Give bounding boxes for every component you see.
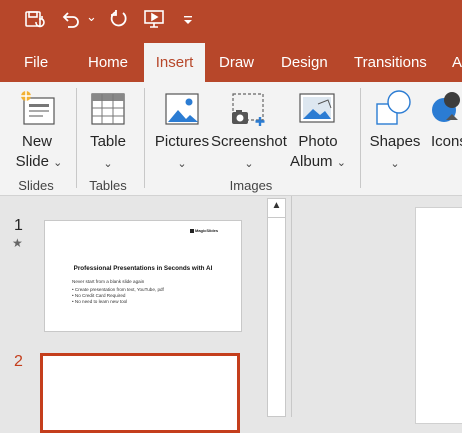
slide-number: 2 <box>14 353 23 370</box>
slide-body-line: Never start from a blank slide again <box>72 279 145 284</box>
new-slide-label-line2: Slide <box>15 153 49 170</box>
new-slide-dropdown-icon: ⌄ <box>53 157 63 169</box>
scrollbar-track <box>268 217 285 218</box>
photo-album-button[interactable]: Photo Album ⌄ <box>286 86 350 176</box>
table-icon <box>90 92 126 132</box>
slide-canvas[interactable] <box>415 207 462 424</box>
tab-home[interactable]: Home <box>88 43 128 82</box>
group-separator <box>360 88 361 188</box>
customize-qat-icon[interactable] <box>183 12 193 30</box>
group-separator <box>76 88 77 188</box>
screenshot-icon <box>230 92 270 134</box>
tab-transitions[interactable]: Transitions <box>354 43 427 82</box>
table-dropdown-icon: ⌄ <box>103 158 113 170</box>
new-slide-icon <box>18 90 58 132</box>
photo-album-label-2: Album ⌄ <box>286 152 350 173</box>
tab-design[interactable]: Design <box>281 43 328 82</box>
group-label-tables: Tables <box>89 178 127 193</box>
thumbnail-scrollbar[interactable]: ▲ <box>267 198 286 417</box>
screenshot-button[interactable]: Screenshot ⌄ <box>210 86 288 176</box>
redo-icon[interactable] <box>108 8 130 35</box>
icons-button[interactable]: Icons <box>428 86 462 176</box>
shapes-button[interactable]: Shapes ⌄ <box>366 86 424 176</box>
slide-number: 1 <box>14 217 23 234</box>
group-label-images: Images <box>229 178 273 193</box>
photo-album-icon <box>298 92 338 132</box>
shapes-label: Shapes <box>369 133 421 150</box>
tab-draw[interactable]: Draw <box>219 43 254 82</box>
group-label-slides: Slides <box>18 178 54 193</box>
screenshot-label: Screenshot <box>211 133 287 150</box>
undo-dropdown-icon[interactable]: ⌄ <box>86 9 97 25</box>
tab-animations[interactable]: A <box>452 43 462 82</box>
title-bar: ⌄ <box>0 0 462 43</box>
ribbon-insert: New Slide ⌄ Slides Table ⌄ Tables Pictur… <box>0 82 462 196</box>
slide-editor <box>291 196 462 424</box>
slide-thumbnail-selected[interactable] <box>40 353 240 433</box>
slide-body-line: • Create presentation from text, YouTube… <box>72 287 164 292</box>
ribbon-tabs: File Home Insert Draw Design Transitions… <box>0 43 462 82</box>
pictures-icon <box>164 92 200 132</box>
photo-album-dropdown-icon: ⌄ <box>336 157 346 169</box>
new-slide-label-2: Slide ⌄ <box>10 152 68 173</box>
group-separator <box>144 88 145 188</box>
table-button[interactable]: Table ⌄ <box>82 86 134 176</box>
slide-thumbnail[interactable]: MagicSlides Professional Presentations i… <box>44 220 242 332</box>
screenshot-dropdown-icon: ⌄ <box>244 158 254 170</box>
photo-album-label: Photo <box>298 133 338 150</box>
autosave-icon[interactable] <box>24 8 46 35</box>
pictures-dropdown-icon: ⌄ <box>177 158 187 170</box>
shapes-dropdown-icon: ⌄ <box>390 158 400 170</box>
slide-brand-text: MagicSlides <box>195 228 219 233</box>
scroll-up-arrow-icon[interactable]: ▲ <box>268 200 285 211</box>
slide-brand-logo: MagicSlides <box>190 228 218 233</box>
tab-insert[interactable]: Insert <box>144 43 205 82</box>
present-from-start-icon[interactable] <box>143 8 167 35</box>
icons-label: Icons <box>431 133 462 150</box>
photo-album-label-line2: Album <box>290 153 333 170</box>
slide-title: Professional Presentations in Seconds wi… <box>73 265 213 272</box>
slide-transition-star-icon: ★ <box>12 236 23 250</box>
undo-icon[interactable] <box>60 8 82 35</box>
slide-body-line: • No need to learn new tool <box>72 299 128 304</box>
icons-icon <box>428 90 462 134</box>
shapes-icon <box>375 88 415 134</box>
table-label: Table <box>90 133 126 150</box>
new-slide-label: New <box>21 133 52 150</box>
pictures-label: Pictures <box>154 133 210 150</box>
slide-thumbnails-pane: 1 ★ MagicSlides Professional Presentatio… <box>0 196 290 433</box>
new-slide-button[interactable]: New Slide ⌄ <box>8 86 66 176</box>
slide-body-line: • No Credit Card Required <box>72 293 126 298</box>
tab-file[interactable]: File <box>24 43 48 82</box>
pictures-button[interactable]: Pictures ⌄ <box>152 86 212 176</box>
